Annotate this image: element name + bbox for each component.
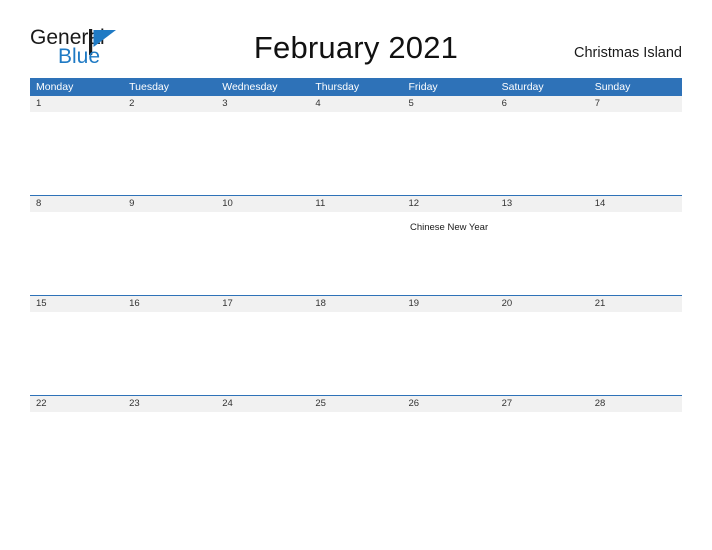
- date-number[interactable]: 18: [309, 296, 402, 312]
- date-number[interactable]: 19: [403, 296, 496, 312]
- day-cell[interactable]: [30, 312, 123, 395]
- day-cell[interactable]: [403, 412, 496, 508]
- date-number[interactable]: 24: [216, 396, 309, 412]
- weekday-tuesday: Tuesday: [129, 81, 170, 93]
- day-cell[interactable]: [496, 112, 589, 195]
- date-number[interactable]: 9: [123, 196, 216, 212]
- location-label: Christmas Island: [574, 45, 682, 61]
- date-number[interactable]: 26: [403, 396, 496, 412]
- day-cell[interactable]: [216, 412, 309, 508]
- date-number[interactable]: 13: [496, 196, 589, 212]
- weekday-friday: Friday: [408, 81, 438, 93]
- date-number[interactable]: 7: [589, 96, 682, 112]
- date-number[interactable]: 1: [30, 96, 123, 112]
- event-band: [30, 312, 682, 395]
- event-band: [30, 412, 682, 508]
- date-number[interactable]: 11: [309, 196, 402, 212]
- date-number[interactable]: 27: [496, 396, 589, 412]
- day-cell[interactable]: [216, 112, 309, 195]
- calendar-grid: Monday Tuesday Wednesday Thursday Friday…: [30, 78, 682, 508]
- day-cell[interactable]: Chinese New Year: [403, 212, 496, 295]
- event-band: [30, 112, 682, 195]
- page-header: General Blue February 2021 Christmas Isl…: [0, 0, 712, 78]
- date-number[interactable]: 6: [496, 96, 589, 112]
- day-cell[interactable]: [30, 212, 123, 295]
- day-cell[interactable]: [123, 112, 216, 195]
- weekday-header-row: Monday Tuesday Wednesday Thursday Friday…: [30, 78, 682, 96]
- date-number[interactable]: 3: [216, 96, 309, 112]
- day-cell[interactable]: [309, 412, 402, 508]
- date-number[interactable]: 4: [309, 96, 402, 112]
- day-cell[interactable]: [496, 312, 589, 395]
- date-number[interactable]: 22: [30, 396, 123, 412]
- weekday-sunday: Sunday: [594, 81, 631, 93]
- day-cell[interactable]: [216, 312, 309, 395]
- day-cell[interactable]: [309, 212, 402, 295]
- week-row: 22 23 24 25 26 27 28: [30, 395, 682, 508]
- day-cell[interactable]: [309, 312, 402, 395]
- date-number[interactable]: 2: [123, 96, 216, 112]
- date-number[interactable]: 28: [589, 396, 682, 412]
- date-number[interactable]: 21: [589, 296, 682, 312]
- day-cell[interactable]: [589, 212, 682, 295]
- weekday-thursday: Thursday: [315, 81, 360, 93]
- week-row: 8 9 10 11 12 13 14 Chinese New Year: [30, 195, 682, 295]
- day-cell[interactable]: [403, 312, 496, 395]
- date-number[interactable]: 10: [216, 196, 309, 212]
- date-number[interactable]: 12: [403, 196, 496, 212]
- date-number[interactable]: 14: [589, 196, 682, 212]
- date-number[interactable]: 15: [30, 296, 123, 312]
- day-cell[interactable]: [589, 412, 682, 508]
- day-cell[interactable]: [309, 112, 402, 195]
- date-number[interactable]: 8: [30, 196, 123, 212]
- date-number-band: 15 16 17 18 19 20 21: [30, 296, 682, 312]
- day-cell[interactable]: [403, 112, 496, 195]
- date-number[interactable]: 17: [216, 296, 309, 312]
- date-number[interactable]: 20: [496, 296, 589, 312]
- date-number-band: 1 2 3 4 5 6 7: [30, 96, 682, 112]
- date-number[interactable]: 16: [123, 296, 216, 312]
- day-cell[interactable]: [589, 112, 682, 195]
- day-cell[interactable]: [216, 212, 309, 295]
- date-number-band: 8 9 10 11 12 13 14: [30, 196, 682, 212]
- day-cell[interactable]: [496, 212, 589, 295]
- date-number[interactable]: 23: [123, 396, 216, 412]
- day-cell[interactable]: [123, 312, 216, 395]
- day-cell[interactable]: [496, 412, 589, 508]
- day-cell[interactable]: [123, 212, 216, 295]
- day-cell[interactable]: [589, 312, 682, 395]
- day-cell[interactable]: [123, 412, 216, 508]
- day-cell[interactable]: [30, 112, 123, 195]
- week-row: 1 2 3 4 5 6 7: [30, 96, 682, 195]
- weekday-saturday: Saturday: [501, 81, 544, 93]
- weekday-wednesday: Wednesday: [222, 81, 278, 93]
- event-band: Chinese New Year: [30, 212, 682, 295]
- date-number[interactable]: 25: [309, 396, 402, 412]
- week-row: 15 16 17 18 19 20 21: [30, 295, 682, 395]
- date-number-band: 22 23 24 25 26 27 28: [30, 396, 682, 412]
- date-number[interactable]: 5: [403, 96, 496, 112]
- day-cell[interactable]: [30, 412, 123, 508]
- event-label: Chinese New Year: [409, 222, 489, 233]
- weekday-monday: Monday: [36, 81, 74, 93]
